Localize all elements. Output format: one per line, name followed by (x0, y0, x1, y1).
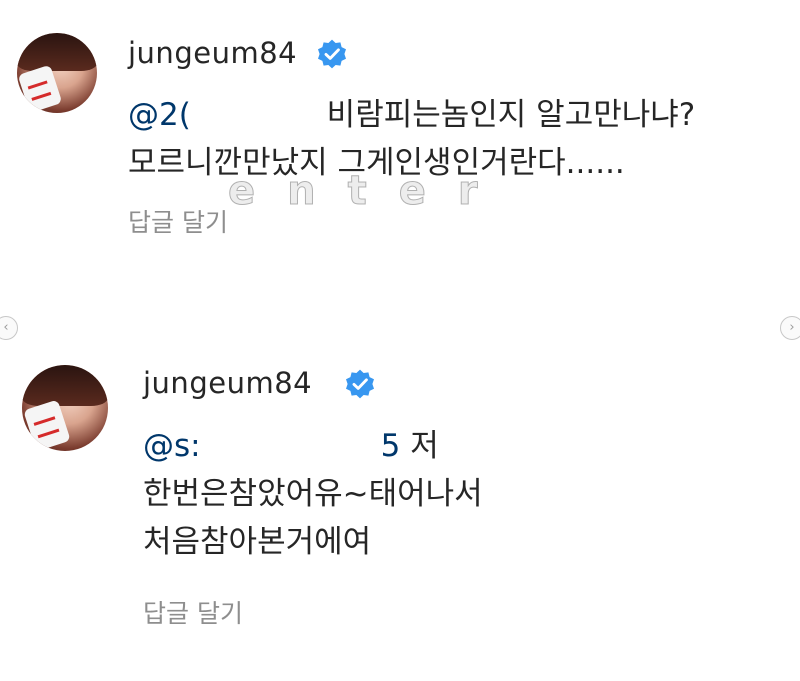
avatar[interactable] (22, 365, 108, 451)
username[interactable]: jungeum84 (143, 366, 312, 400)
comment-item: jungeum84 @2( 비람피는놈인지 알고만나냐? 모르니깐만났지 그게인… (0, 0, 800, 300)
verified-badge-icon (318, 39, 346, 69)
comment-line: 한번은참았어유~태어나서 (143, 476, 483, 512)
mention-link[interactable]: @s: (143, 428, 201, 464)
mention-link[interactable]: @2( (128, 97, 191, 133)
redacted-area (200, 432, 381, 463)
comment-line: 처음참아본거에여 (143, 524, 372, 560)
reply-button[interactable]: 답글 달기 (128, 203, 228, 239)
redacted-area (190, 101, 317, 132)
comment-text: @s: 5 저 한번은참았어유~태어나서 처음참아본거에여 (143, 422, 483, 566)
username[interactable]: jungeum84 (128, 36, 297, 70)
comment-line: @s: 5 저 (143, 428, 439, 464)
comment-line: @2( 비람피는놈인지 알고만나냐? (128, 97, 696, 133)
avatar[interactable] (17, 33, 97, 113)
verified-badge-icon (346, 369, 374, 399)
comment-item: jungeum84 @s: 5 저 한번은참았어유~태어나서 처음참아본거에여 답… (0, 330, 800, 681)
watermark: enter (228, 168, 510, 215)
reply-button[interactable]: 답글 달기 (143, 594, 243, 630)
